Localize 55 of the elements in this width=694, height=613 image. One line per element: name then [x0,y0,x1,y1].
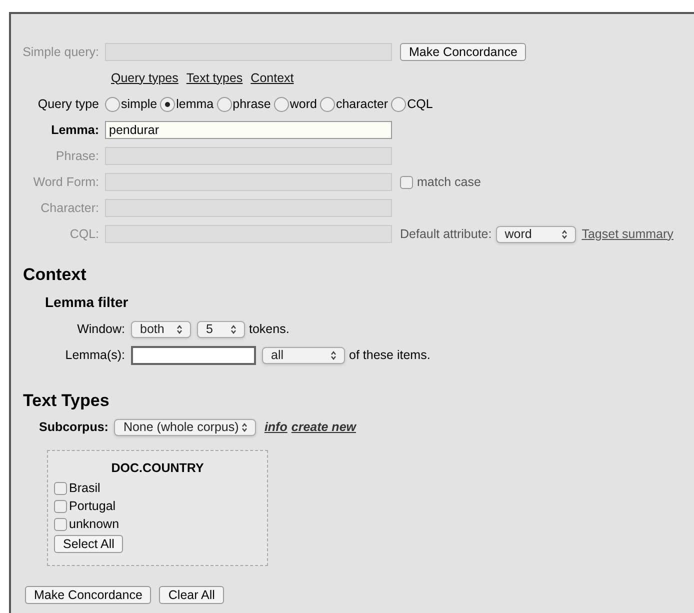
caret-icon [562,230,567,238]
caret-icon [242,422,248,432]
radio-button[interactable] [105,96,120,112]
radio-label[interactable]: simple [121,94,158,114]
field-label: Lemma(s): [64,346,126,364]
input-field[interactable]: pendurar [105,121,392,139]
form-button[interactable]: Make Concordance [25,586,152,604]
caret-icon [177,324,182,334]
window-side-select[interactable]: both [131,320,191,338]
section-link[interactable]: Query types [111,68,178,88]
radio-button[interactable] [216,96,232,112]
checkbox[interactable] [54,500,67,512]
attribute-title: DOC.COUNTRY [110,460,205,477]
checkbox-label[interactable]: Portugal [69,496,116,516]
checkbox-label: match case [417,174,481,191]
radio-button[interactable] [274,96,289,112]
field-label: Simple query: [22,44,100,61]
select-all-button[interactable]: Select All [54,535,124,553]
subcorpus-link[interactable]: create new [291,418,356,436]
caret-icon [231,324,236,334]
subsection-heading: Lemma filter [44,293,130,312]
field-label: Word Form: [32,174,100,191]
field-label: Character: [40,200,100,217]
section-heading: Text Types [22,390,110,412]
field-label: Window: [76,320,126,338]
radio-label[interactable]: character [336,94,388,114]
suffix-text: tokens. [249,320,290,338]
radio-label[interactable]: lemma [176,94,214,114]
lemma-input-field[interactable] [131,346,256,364]
window-size-select[interactable]: 5 [197,320,245,338]
radio-button[interactable] [391,96,406,112]
field-label: Lemma: [50,122,100,139]
caret-icon [331,350,336,360]
checkbox[interactable] [54,518,67,530]
match-select[interactable]: all [262,346,345,364]
field-label: Default attribute: [400,226,492,243]
suffix-text: of these items. [349,346,430,364]
form-button[interactable]: Clear All [159,586,224,604]
section-heading: Context [22,264,88,286]
radio-label[interactable]: CQL [407,94,433,114]
subcorpus-select[interactable]: None (whole corpus) [114,418,256,436]
radio-label[interactable]: word [290,94,317,114]
field-label: Query type [36,96,100,113]
checkbox-label[interactable]: unknown [69,514,120,534]
checkbox-label[interactable]: Brasil [69,478,100,498]
subcorpus-link[interactable]: info [264,418,288,436]
section-link[interactable]: Context [250,68,294,88]
field-label: Subcorpus: [39,418,108,436]
field-label: CQL: [68,226,100,243]
checkbox[interactable] [54,482,67,494]
radio-button[interactable] [320,96,335,112]
radio-button[interactable] [160,96,176,112]
radio-label[interactable]: phrase [232,94,271,114]
field-label: Phrase: [54,148,100,165]
section-link[interactable]: Text types [186,68,243,88]
